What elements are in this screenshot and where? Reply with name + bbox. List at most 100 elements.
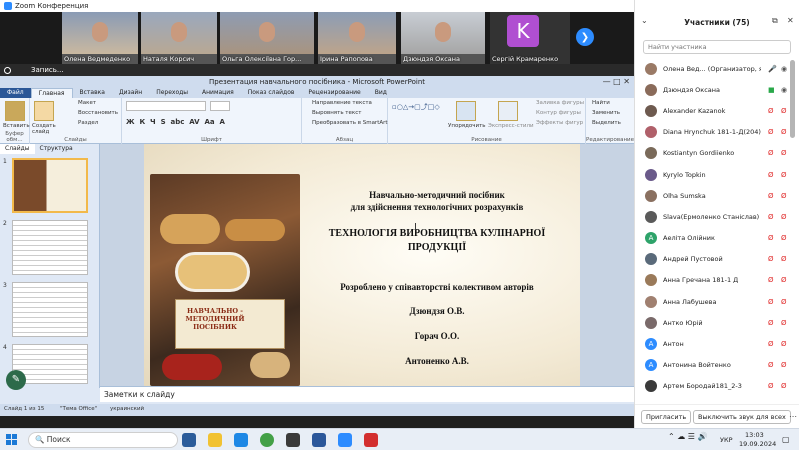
list-item[interactable]: Slava(Ермоленко Станіслав) 18... ØØ xyxy=(635,206,790,227)
more-icon[interactable]: ⋯ xyxy=(789,412,797,421)
video-icon[interactable]: ◉ xyxy=(781,65,787,73)
tab-home[interactable]: Главная xyxy=(30,88,73,98)
shape-effects-button[interactable]: Эффекты фигур xyxy=(536,120,583,126)
list-item[interactable]: Антко Юрій Ø Ø xyxy=(635,312,790,333)
participants-scrollbar[interactable] xyxy=(790,60,795,138)
windows-start-icon[interactable] xyxy=(6,434,18,446)
shapes-gallery[interactable]: ▫○△→▢⤴□◇ xyxy=(392,102,440,112)
list-item[interactable]: Артем Бородай181_2-3 Ø Ø xyxy=(635,376,790,397)
align-text-button[interactable]: Выровнять текст xyxy=(312,110,361,116)
tab-slideshow[interactable]: Показ слайдов xyxy=(241,88,302,98)
notification-icon[interactable]: ▢ xyxy=(782,435,790,444)
find-button[interactable]: Найти xyxy=(592,100,610,106)
zoom-icon[interactable] xyxy=(338,433,352,447)
tab-insert[interactable]: Вставка xyxy=(73,88,112,98)
shape-outline-button[interactable]: Контур фигуры xyxy=(536,110,581,116)
clock-date[interactable]: 19.09.2024 xyxy=(739,440,776,448)
list-item[interactable]: Kyrylo Topkin Ø Ø xyxy=(635,164,790,185)
popout-icon[interactable]: ⧉ xyxy=(772,16,778,26)
clock-time[interactable]: 13:03 xyxy=(745,431,764,439)
list-item[interactable]: A Аеліта Олійник Ø Ø xyxy=(635,228,790,249)
font-group: Ж К Ч S abc AV Aa A Шрифт xyxy=(122,98,302,144)
record-icon xyxy=(4,66,11,74)
select-button[interactable]: Выделить xyxy=(592,120,621,126)
list-item[interactable]: A Антон Ø Ø xyxy=(635,333,790,354)
language-indicator[interactable]: УКР xyxy=(720,436,733,444)
tab-file[interactable]: Файл xyxy=(0,88,31,98)
close-icon[interactable]: ✕ xyxy=(787,16,794,25)
file-explorer-icon[interactable] xyxy=(208,433,222,447)
participant-search-input[interactable] xyxy=(643,40,791,54)
list-item[interactable]: Kostiantyn Gordiienko Ø Ø xyxy=(635,143,790,164)
video-tile[interactable]: Олена Ведмеденко xyxy=(62,12,138,64)
mic-icon[interactable]: 🎤 xyxy=(768,65,777,73)
list-item[interactable]: Дзюндзя Оксана ■ ◉ xyxy=(635,79,790,100)
current-slide[interactable]: НАВЧАЛЬНО - МЕТОДИЧНИЙ ПОСІБНИК Навчальн… xyxy=(144,144,580,388)
next-page-icon[interactable]: ❯ xyxy=(576,28,594,46)
replace-button[interactable]: Заменить xyxy=(592,110,620,116)
new-slide-button[interactable]: Создать слайд xyxy=(32,123,58,135)
edge-icon[interactable] xyxy=(234,433,248,447)
arrange-button[interactable]: Упорядочить xyxy=(448,123,486,129)
annotate-pen-icon[interactable]: ✎ xyxy=(6,370,26,390)
mic-active-icon: ■ xyxy=(768,85,775,94)
paste-button[interactable]: Вставить xyxy=(3,123,30,129)
mute-all-button[interactable]: Выключить звук для всех xyxy=(693,410,791,424)
bold-icon[interactable]: Ж К Ч S abc AV Aa A xyxy=(126,118,225,126)
video-tile[interactable]: K Сергій Крамаренко xyxy=(490,12,570,64)
reset-button[interactable]: Восстановить xyxy=(78,110,118,116)
taskbar-search-input[interactable]: 🔍 Поиск xyxy=(28,432,178,448)
arrange-icon[interactable] xyxy=(456,101,476,121)
list-item[interactable]: Анна Гречана 181-1 Д ØØ xyxy=(635,270,790,291)
notes-pane[interactable]: Заметки к слайду xyxy=(100,386,634,402)
quick-styles-button[interactable]: Экспресс-стили xyxy=(488,123,534,129)
video-tile[interactable]: Ольга Олексіївна Гор... xyxy=(220,12,314,64)
list-item[interactable]: Анна Лабушева Ø Ø xyxy=(635,291,790,312)
tab-slides[interactable]: Слайды xyxy=(0,144,35,154)
video-tile[interactable]: Ірина Рапопова xyxy=(318,12,396,64)
list-item[interactable]: A Антонина Войтенко Ø Ø xyxy=(635,355,790,376)
tab-animation[interactable]: Анимация xyxy=(195,88,241,98)
section-button[interactable]: Раздел xyxy=(78,120,98,126)
slide-thumbnail[interactable] xyxy=(12,220,88,275)
avatar: A xyxy=(645,338,657,351)
text-direction-button[interactable]: Направление текста xyxy=(312,100,372,106)
participant-name: Olha Sumska xyxy=(663,191,706,200)
video-tile[interactable]: Наталя Корсич xyxy=(141,12,217,64)
recording-indicator[interactable]: Запись... xyxy=(0,64,634,76)
window-controls[interactable]: — □ ✕ xyxy=(603,77,630,86)
store-icon[interactable] xyxy=(286,433,300,447)
slide-thumbnail[interactable] xyxy=(12,158,88,213)
quick-styles-icon[interactable] xyxy=(498,101,518,121)
tab-outline[interactable]: Структура xyxy=(35,144,78,154)
layout-button[interactable]: Макет xyxy=(78,100,96,106)
list-item[interactable]: Olha Sumska Ø Ø xyxy=(635,185,790,206)
tab-review[interactable]: Рецензирование xyxy=(301,88,367,98)
mic-muted-icon: Ø xyxy=(768,191,774,200)
paste-icon[interactable] xyxy=(5,101,25,121)
invite-button[interactable]: Пригласить xyxy=(641,410,692,424)
font-size-select[interactable] xyxy=(210,101,230,111)
list-item[interactable]: Андрей Пустовой Ø Ø xyxy=(635,249,790,270)
shape-fill-button[interactable]: Заливка фигуры xyxy=(536,100,584,106)
slide-line: Розроблено у співавторстві колективом ав… xyxy=(340,282,534,292)
slide-title: ПРОДУКЦІЇ xyxy=(407,242,467,253)
language-label[interactable]: украинский xyxy=(110,406,144,412)
video-tile[interactable]: Дзюндзя Оксана xyxy=(401,12,485,64)
tray-icons[interactable]: ⌃ ☁ ☰ 🔊 xyxy=(668,432,707,441)
new-slide-icon[interactable] xyxy=(34,101,54,121)
word-icon[interactable] xyxy=(312,433,326,447)
tab-design[interactable]: Дизайн xyxy=(112,88,149,98)
slide-thumbnail[interactable] xyxy=(12,282,88,337)
list-item[interactable]: Alexander Kazanok Ø Ø xyxy=(635,100,790,121)
pdf-icon[interactable] xyxy=(364,433,378,447)
smartart-button[interactable]: Преобразовать в SmartArt xyxy=(312,120,388,126)
chrome-icon[interactable] xyxy=(260,433,274,447)
list-item[interactable]: Diana Hrynchuk 181-1-Д(204) Ø Ø xyxy=(635,122,790,143)
list-item[interactable]: Олена Вед... (Организатор, я) 🎤 ◉ xyxy=(635,58,790,79)
task-view-icon[interactable] xyxy=(182,433,196,447)
avatar xyxy=(645,104,657,117)
tab-view[interactable]: Вид xyxy=(368,88,394,98)
font-name-select[interactable] xyxy=(126,101,206,111)
tab-transitions[interactable]: Переходы xyxy=(149,88,195,98)
